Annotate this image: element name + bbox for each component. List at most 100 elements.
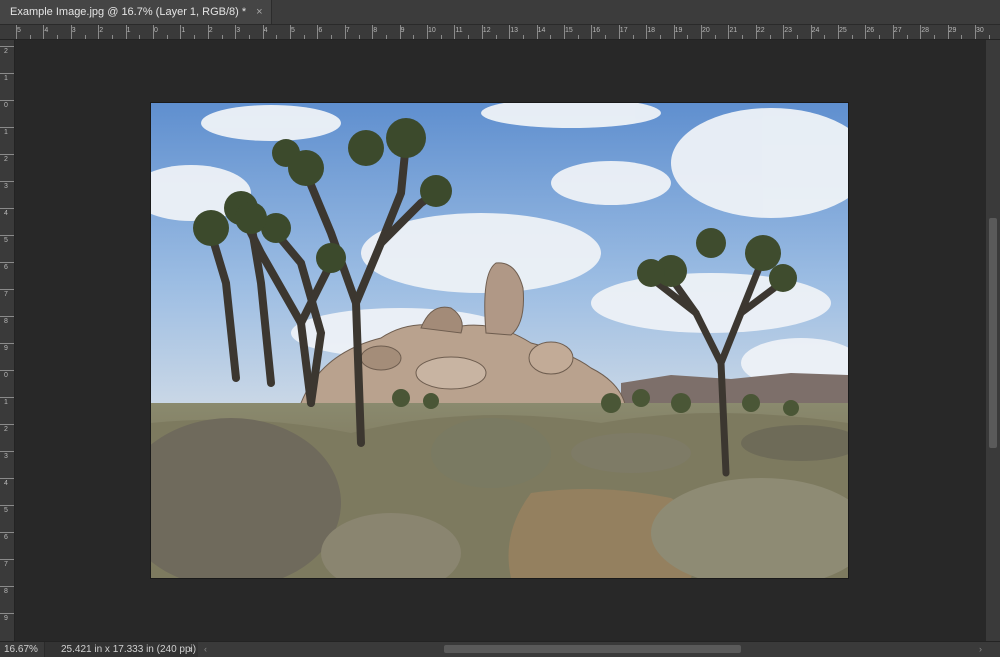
ruler-tick <box>413 35 415 39</box>
horizontal-scrollbar[interactable]: ‹ › <box>200 642 986 657</box>
ruler-tick <box>618 25 620 39</box>
horizontal-ruler-label: 19 <box>674 27 683 34</box>
ruler-tick <box>742 35 744 39</box>
ruler-tick <box>180 25 182 39</box>
ruler-tick <box>728 25 730 39</box>
vertical-ruler-label: 1 <box>4 129 8 136</box>
vertical-ruler-label: 7 <box>4 561 8 568</box>
ruler-tick <box>961 35 963 39</box>
ruler-tick <box>29 35 31 39</box>
horizontal-ruler-label: 14 <box>537 27 546 34</box>
document-tab[interactable]: Example Image.jpg @ 16.7% (Layer 1, RGB/… <box>0 0 272 24</box>
vertical-ruler-label: 8 <box>4 588 8 595</box>
ruler-tick <box>276 35 278 39</box>
ruler-tick <box>0 559 14 560</box>
ruler-tick <box>166 35 168 39</box>
ruler-tick <box>0 262 14 263</box>
ruler-tick <box>0 316 14 317</box>
horizontal-ruler-label: 23 <box>784 27 792 34</box>
horizontal-ruler-label: 27 <box>893 27 902 34</box>
horizontal-ruler-label: 4 <box>263 27 268 34</box>
ruler-tick <box>440 35 442 39</box>
ruler-tick <box>290 25 291 39</box>
ruler-tick <box>755 25 757 39</box>
doc-info-menu-icon[interactable]: › <box>189 642 192 657</box>
vertical-ruler-label: 4 <box>4 480 8 487</box>
scroll-left-icon[interactable]: ‹ <box>204 642 207 657</box>
ruler-tick <box>0 397 14 398</box>
ruler-tick <box>646 25 648 39</box>
horizontal-scroll-thumb[interactable] <box>444 645 741 653</box>
ruler-corner[interactable] <box>0 25 15 40</box>
horizontal-ruler-label: 20 <box>702 27 710 34</box>
horizontal-ruler-label: 6 <box>318 27 323 34</box>
ruler-tick <box>0 586 14 587</box>
horizontal-ruler-label: 15 <box>565 27 573 34</box>
ruler-tick <box>111 35 113 39</box>
horizontal-ruler-label: 1 <box>181 27 186 34</box>
ruler-tick <box>975 25 976 39</box>
ruler-tick <box>988 35 990 39</box>
vertical-ruler-label: 2 <box>4 426 8 433</box>
scroll-right-icon[interactable]: › <box>979 642 982 657</box>
vertical-ruler-label: 3 <box>4 453 8 460</box>
ruler-tick <box>0 613 14 614</box>
vertical-ruler-label: 6 <box>4 264 8 271</box>
ruler-tick <box>0 73 14 74</box>
ruler-tick <box>0 370 14 371</box>
zoom-level-field[interactable]: 16.67% <box>4 643 40 656</box>
vertical-ruler[interactable]: 2 1 0 1 2 3 4 5 6 7 8 9 0 1 2 3 4 5 6 7 8 9 <box>0 40 15 641</box>
ruler-tick <box>0 424 14 425</box>
ruler-tick <box>0 46 14 47</box>
horizontal-ruler-label: 18 <box>647 27 655 34</box>
vertical-scrollbar[interactable] <box>986 40 1000 641</box>
ruler-tick <box>125 25 127 39</box>
horizontal-ruler[interactable]: 5 4 3 2 1 0 1 2 3 4 5 6 7 8 9 10 11 12 13 14 15 16 17 18 19 20 21 2… <box>14 25 1000 40</box>
close-icon[interactable]: × <box>256 6 262 18</box>
horizontal-ruler-label: 8 <box>373 27 378 34</box>
horizontal-ruler-label: 4 <box>44 27 49 34</box>
ruler-tick <box>687 35 689 39</box>
horizontal-ruler-label: 17 <box>619 27 628 34</box>
document-image[interactable] <box>151 103 848 578</box>
vertical-scroll-thumb[interactable] <box>989 218 997 448</box>
ruler-tick <box>0 532 14 533</box>
vertical-ruler-label: 3 <box>4 183 8 190</box>
horizontal-ruler-label: 16 <box>592 27 601 34</box>
ruler-tick <box>0 127 14 128</box>
horizontal-ruler-label: 3 <box>71 27 76 34</box>
vertical-ruler-label: 6 <box>4 534 8 541</box>
horizontal-ruler-label: 1 <box>126 27 131 34</box>
horizontal-ruler-label: 25 <box>839 27 847 34</box>
ruler-tick <box>879 35 881 39</box>
ruler-tick <box>824 35 826 39</box>
ruler-tick <box>262 25 264 39</box>
ruler-tick <box>70 25 72 39</box>
ruler-tick <box>427 25 428 39</box>
horizontal-ruler-label: 29 <box>948 27 957 34</box>
vertical-ruler-label: 8 <box>4 318 8 325</box>
vertical-ruler-label: 2 <box>4 48 8 55</box>
horizontal-ruler-label: 11 <box>455 27 463 34</box>
ruler-tick <box>139 35 141 39</box>
ruler-tick <box>468 35 470 39</box>
horizontal-ruler-label: 9 <box>400 27 405 34</box>
ruler-tick <box>0 289 14 290</box>
vertical-ruler-label: 7 <box>4 291 8 298</box>
horizontal-ruler-label: 5 <box>17 27 21 34</box>
ruler-tick <box>0 208 14 209</box>
document-info: 25.421 in x 17.333 in (240 ppi) <box>44 642 198 657</box>
ruler-tick <box>0 343 14 344</box>
horizontal-ruler-label: 24 <box>811 27 820 34</box>
horizontal-ruler-label: 0 <box>154 27 158 34</box>
document-tab-bar: Example Image.jpg @ 16.7% (Layer 1, RGB/… <box>0 0 1000 25</box>
horizontal-ruler-label: 22 <box>756 27 765 34</box>
vertical-ruler-label: 0 <box>4 372 8 379</box>
ruler-tick <box>0 181 14 182</box>
ruler-tick <box>454 25 456 39</box>
ruler-tick <box>358 35 360 39</box>
vertical-ruler-label: 4 <box>4 210 8 217</box>
ruler-tick <box>84 35 86 39</box>
ruler-tick <box>947 25 949 39</box>
ruler-tick <box>221 35 223 39</box>
